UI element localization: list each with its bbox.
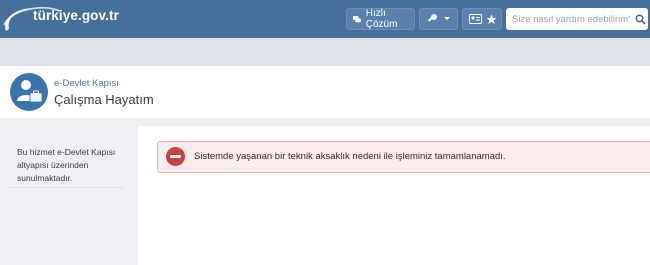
id-card-icon xyxy=(469,14,482,24)
chat-icon xyxy=(353,15,361,22)
sub-header-band xyxy=(0,38,650,66)
search-icon[interactable] xyxy=(635,13,646,25)
sidebar-info-text: Bu hizmet e-Devlet Kapısı altyapısı üzer… xyxy=(17,147,116,183)
error-minus-icon xyxy=(166,147,185,166)
error-message: Sistemde yaşanan bir teknik aksaklık ned… xyxy=(194,151,506,162)
login-menu-button[interactable] xyxy=(419,8,458,30)
worker-briefcase-icon xyxy=(17,80,43,103)
page-title: Çalışma Hayatım xyxy=(54,92,154,107)
search-input[interactable] xyxy=(512,13,630,25)
quick-solution-button[interactable]: Hızlı Çözüm xyxy=(346,8,415,30)
sidebar-divider xyxy=(8,187,124,188)
search-box[interactable] xyxy=(506,8,648,30)
service-avatar xyxy=(10,73,48,111)
star-icon[interactable] xyxy=(486,14,497,25)
quick-solution-label: Hızlı Çözüm xyxy=(365,8,398,30)
logo-text: türkiye.gov.tr xyxy=(33,8,119,23)
key-icon xyxy=(427,14,437,22)
breadcrumb[interactable]: e-Devlet Kapısı xyxy=(54,78,119,89)
caret-down-icon xyxy=(444,17,450,20)
